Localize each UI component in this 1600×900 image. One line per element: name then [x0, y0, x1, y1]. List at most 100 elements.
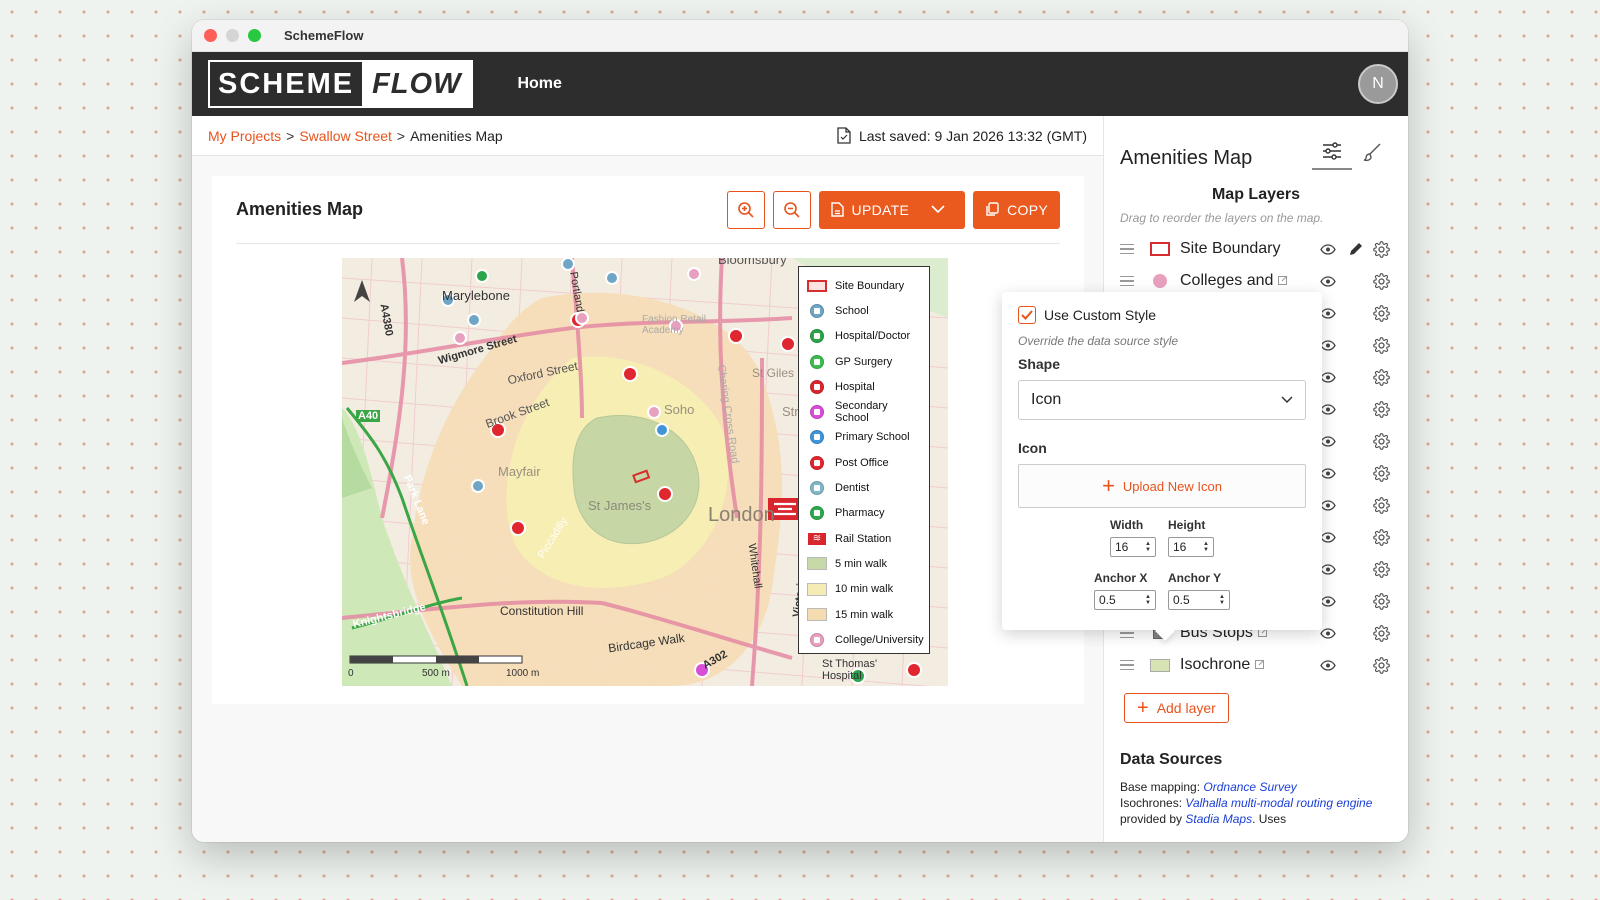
- eye-icon: [1320, 403, 1336, 415]
- breadcrumb-separator: >: [396, 127, 406, 144]
- eye-icon: [1320, 435, 1336, 447]
- toggle-visibility-button[interactable]: [1318, 275, 1338, 287]
- legend-swatch: [807, 632, 827, 647]
- legend-swatch: [807, 506, 827, 521]
- add-layer-button[interactable]: + Add layer: [1124, 693, 1229, 723]
- update-dropdown-toggle[interactable]: [927, 205, 953, 214]
- anchor-x-input[interactable]: 0.5 ▲ ▼: [1094, 590, 1156, 610]
- ds-iso-link2[interactable]: Stadia Maps: [1185, 812, 1252, 826]
- custom-style-popover: Use Custom Style Override the data sourc…: [1002, 292, 1322, 630]
- plus-icon: +: [1102, 473, 1115, 498]
- maximize-window-button[interactable]: [248, 29, 261, 42]
- ds-iso-tail2: . Uses: [1252, 812, 1287, 826]
- ds-base-link[interactable]: Ordnance Survey: [1203, 780, 1296, 794]
- legend-label: Dentist: [835, 482, 870, 495]
- zoom-in-button[interactable]: [726, 190, 765, 229]
- layer-name: Isochrone: [1180, 656, 1318, 674]
- layer-row[interactable]: Isochrone: [1120, 649, 1392, 681]
- title-bar: SchemeFlow: [192, 20, 1408, 52]
- layer-settings-button[interactable]: [1370, 432, 1392, 450]
- edit-icon: [1255, 659, 1265, 669]
- legend-label: Post Office: [835, 456, 889, 469]
- width-input[interactable]: 16 ▲ ▼: [1110, 537, 1156, 557]
- gear-icon: [1372, 528, 1390, 546]
- copy-button[interactable]: COPY: [973, 190, 1060, 229]
- layer-type-icon: [1150, 242, 1170, 256]
- layer-settings-button[interactable]: [1370, 656, 1392, 674]
- layer-settings-button[interactable]: [1370, 240, 1392, 258]
- gear-icon: [1372, 656, 1390, 674]
- use-custom-style-checkbox[interactable]: [1018, 306, 1036, 324]
- layer-type-icon: [1150, 658, 1170, 672]
- breadcrumb-my-projects[interactable]: My Projects: [208, 128, 281, 144]
- legend-label: GP Surgery: [835, 355, 893, 368]
- legend-item: 10 min walk: [807, 577, 921, 602]
- layer-settings-button[interactable]: [1370, 560, 1392, 578]
- map-label-stjames: St James's: [588, 498, 652, 513]
- ds-iso-link[interactable]: Valhalla multi-modal routing engine: [1185, 796, 1372, 810]
- close-window-button[interactable]: [204, 29, 217, 42]
- anchor-y-input[interactable]: 0.5 ▲ ▼: [1168, 590, 1230, 610]
- drag-handle-icon[interactable]: [1120, 659, 1134, 671]
- upload-icon-button[interactable]: + Upload New Icon: [1018, 464, 1306, 508]
- rename-layer-button[interactable]: [1255, 656, 1265, 674]
- shape-select[interactable]: Icon: [1018, 380, 1306, 420]
- anchor-y-spinner[interactable]: ▲ ▼: [1219, 594, 1225, 606]
- legend-label: Site Boundary: [835, 279, 905, 292]
- toggle-visibility-button[interactable]: [1318, 627, 1338, 639]
- legend-swatch: [807, 405, 827, 420]
- layer-settings-button[interactable]: [1370, 464, 1392, 482]
- layer-settings-button[interactable]: [1370, 496, 1392, 514]
- pencil-icon: [1350, 243, 1362, 255]
- amenities-map[interactable]: Bloomsbury Marylebone Wigmore Street Oxf…: [342, 258, 948, 686]
- drag-handle-icon[interactable]: [1120, 275, 1134, 287]
- layer-settings-button[interactable]: [1370, 624, 1392, 642]
- map-label-stgiles: St Giles: [752, 366, 795, 380]
- layer-settings-button[interactable]: [1370, 272, 1392, 290]
- ds-iso-label: Isochrones:: [1120, 796, 1183, 810]
- edit-boundary-button[interactable]: [1346, 242, 1366, 256]
- rename-layer-button[interactable]: [1278, 272, 1288, 290]
- layer-settings-button[interactable]: [1370, 400, 1392, 418]
- layer-settings-button[interactable]: [1370, 592, 1392, 610]
- map-label-fashion: Fashion Retail Academy: [642, 314, 706, 336]
- layer-name-text: Site Boundary: [1180, 240, 1281, 257]
- toggle-visibility-button[interactable]: [1318, 659, 1338, 671]
- height-spinner[interactable]: ▲ ▼: [1203, 541, 1209, 553]
- layer-settings-button[interactable]: [1370, 368, 1392, 386]
- legend-item: Site Boundary: [807, 273, 921, 298]
- anchor-x-spinner[interactable]: ▲ ▼: [1145, 594, 1151, 606]
- legend-swatch: [807, 430, 827, 445]
- update-button[interactable]: UPDATE: [818, 190, 966, 229]
- toggle-visibility-button[interactable]: [1318, 243, 1338, 255]
- drag-handle-icon[interactable]: [1120, 243, 1134, 255]
- gear-icon: [1372, 336, 1390, 354]
- data-sources-title: Data Sources: [1120, 751, 1223, 768]
- scale-label-500: 500 m: [422, 668, 450, 679]
- minimize-window-button[interactable]: [226, 29, 239, 42]
- nav-home-link[interactable]: Home: [517, 75, 561, 93]
- add-layer-label: Add layer: [1156, 700, 1216, 716]
- tab-layers-settings[interactable]: [1312, 134, 1352, 170]
- last-saved-text: Last saved: 9 Jan 2026 13:32 (GMT): [858, 127, 1087, 144]
- height-input[interactable]: 16 ▲ ▼: [1168, 537, 1214, 557]
- schemeflow-logo[interactable]: SCHEME FLOW: [208, 60, 474, 108]
- breadcrumb-swallow-street[interactable]: Swallow Street: [299, 128, 392, 144]
- user-avatar[interactable]: N: [1358, 64, 1398, 104]
- gear-icon: [1372, 368, 1390, 386]
- eye-icon: [1320, 243, 1336, 255]
- legend-item: Secondary School: [807, 399, 921, 424]
- layer-name: Colleges and: [1180, 272, 1318, 290]
- tab-style-brush[interactable]: [1352, 134, 1392, 170]
- legend-item: 5 min walk: [807, 551, 921, 576]
- scale-label-0: 0: [348, 668, 354, 679]
- layer-settings-button[interactable]: [1370, 336, 1392, 354]
- layer-row[interactable]: Site Boundary: [1120, 233, 1392, 265]
- width-spinner[interactable]: ▲ ▼: [1145, 541, 1151, 553]
- layer-settings-button[interactable]: [1370, 304, 1392, 322]
- layer-settings-button[interactable]: [1370, 528, 1392, 546]
- copy-icon: [986, 202, 999, 216]
- zoom-out-button[interactable]: [772, 190, 811, 229]
- use-custom-style-toggle[interactable]: Use Custom Style: [1018, 306, 1306, 324]
- gear-icon: [1372, 272, 1390, 290]
